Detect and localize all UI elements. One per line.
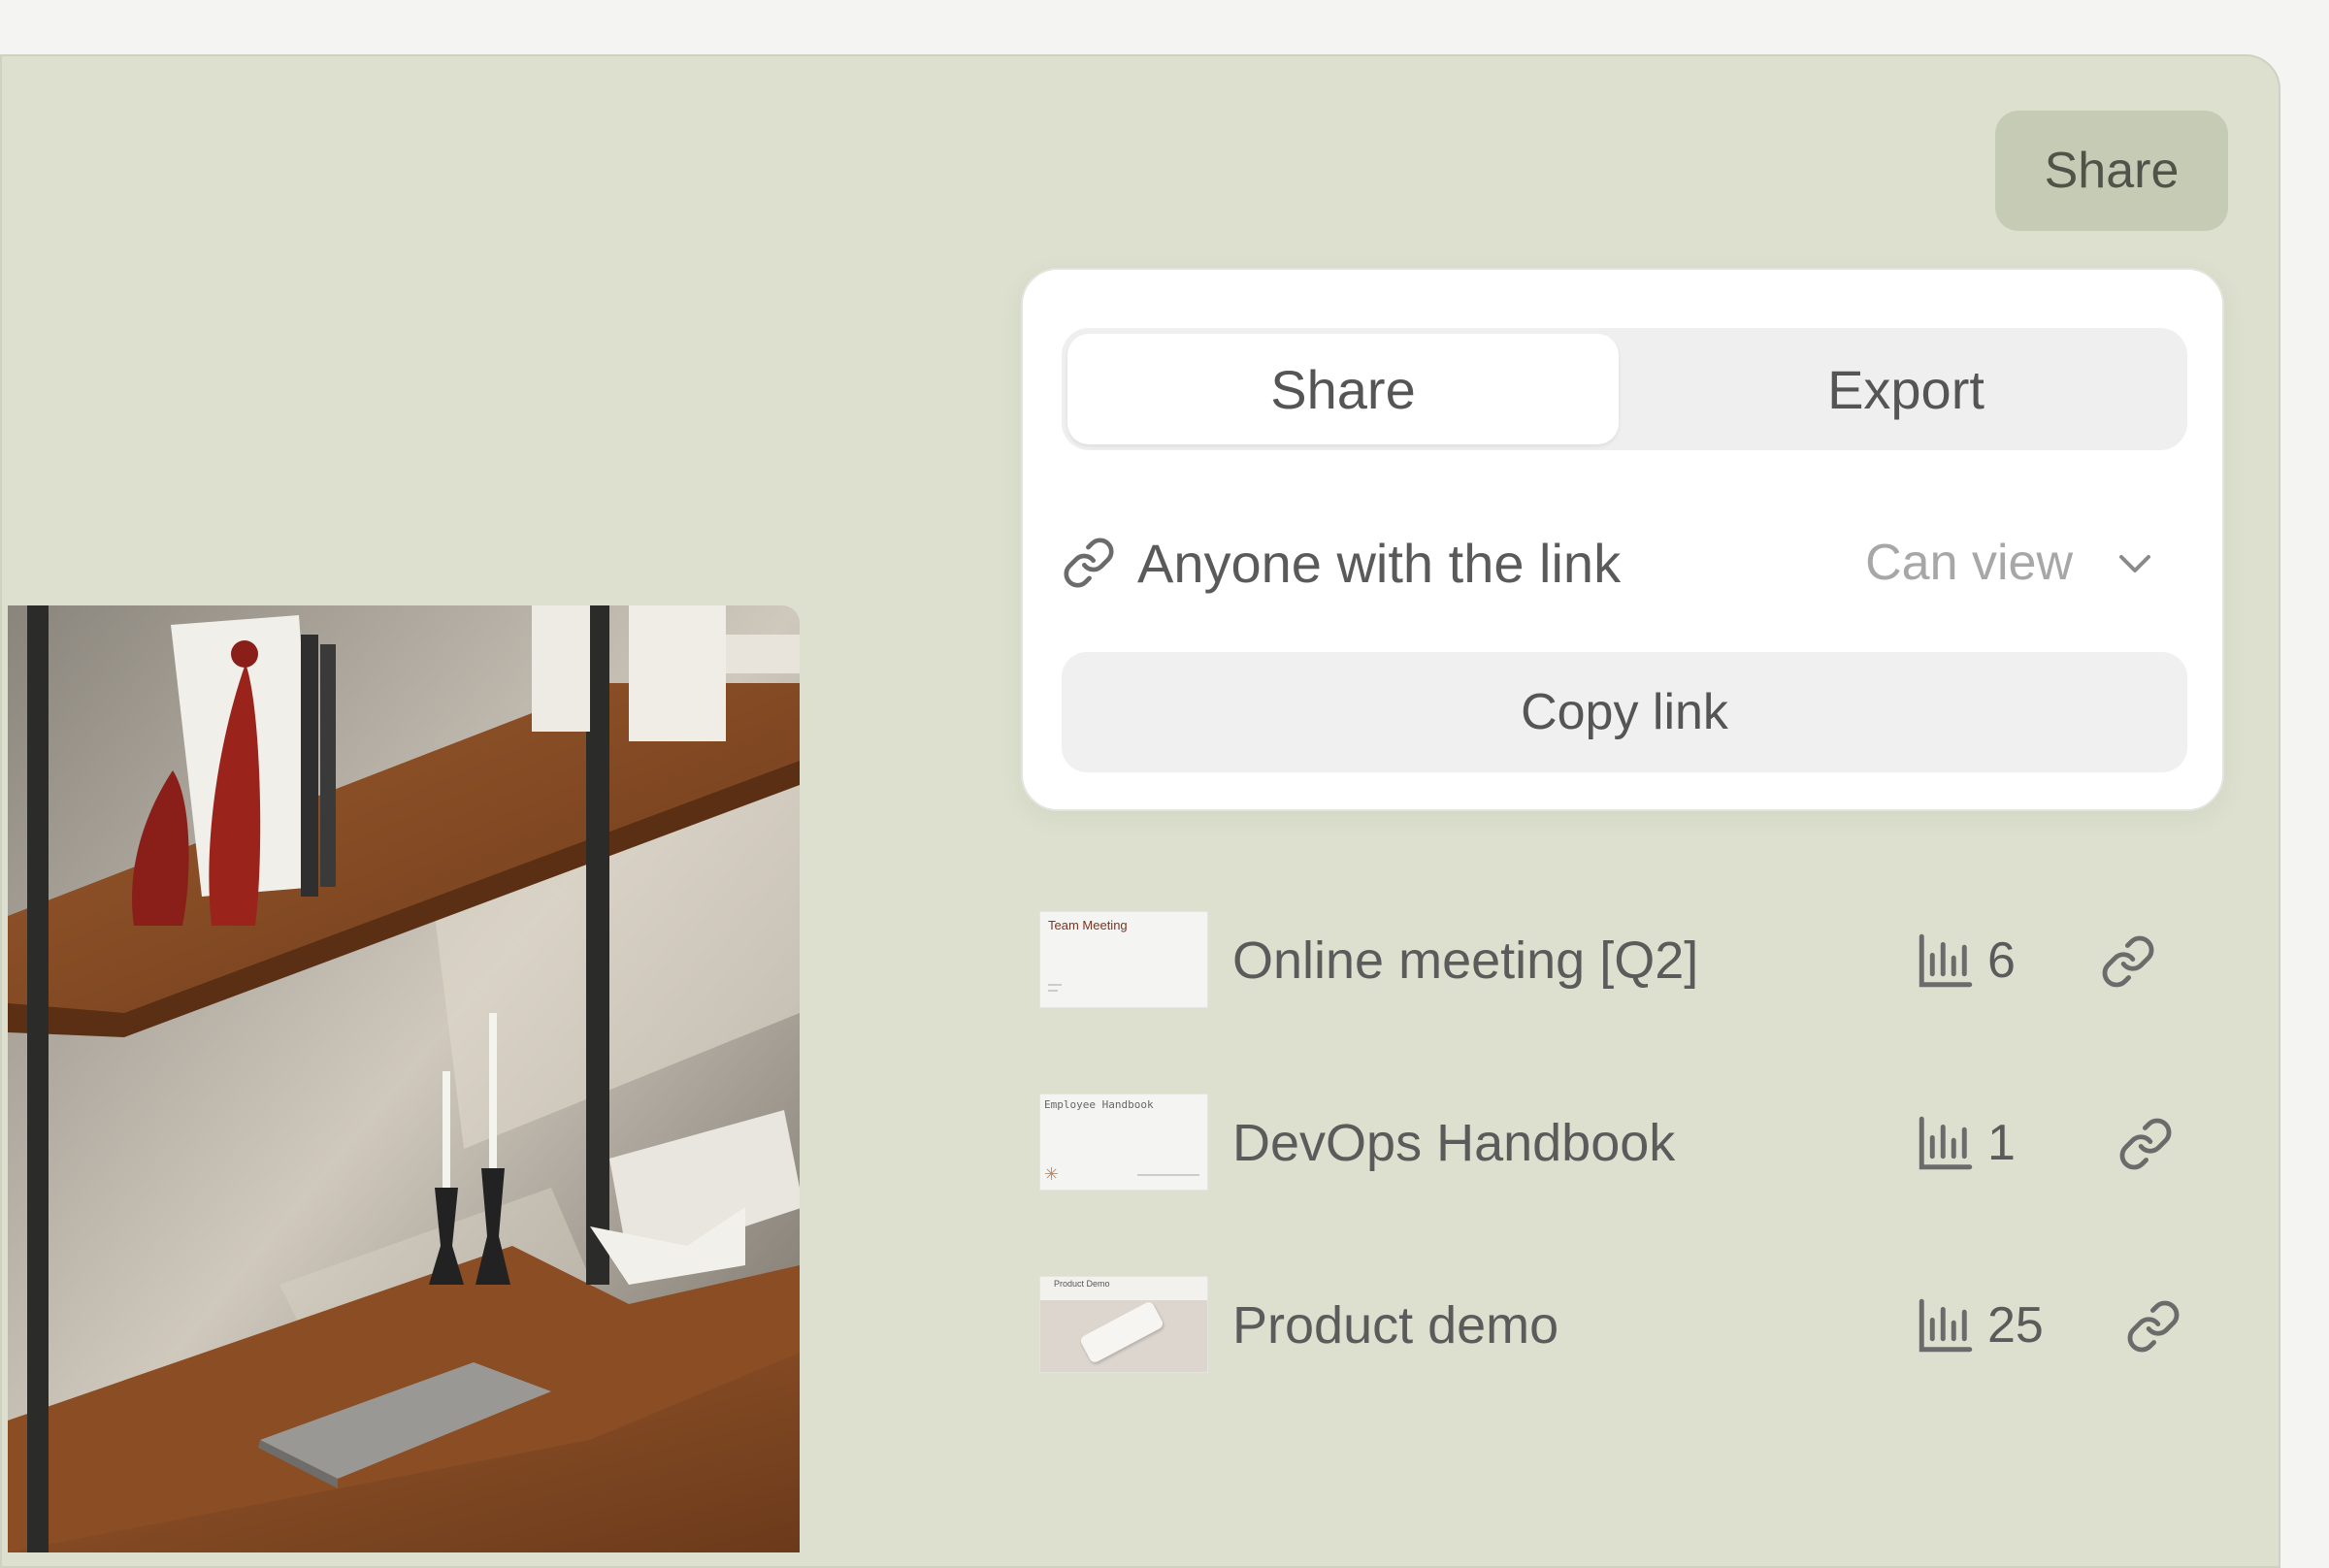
thumbnail-line: [1048, 990, 1058, 992]
list-item[interactable]: Employee Handbook ✳ DevOps Handbook 1: [1040, 1094, 2205, 1192]
bar-chart-icon: [1919, 1298, 1973, 1353]
tab-export[interactable]: Export: [1630, 334, 2181, 444]
copy-link-icon[interactable]: [2117, 1116, 2174, 1172]
list-item[interactable]: Product Demo Product demo 25: [1040, 1277, 2205, 1374]
device-illustration: [1078, 1300, 1165, 1364]
bar-chart-icon: [1919, 933, 1973, 988]
share-export-toggle: Share Export: [1062, 328, 2187, 450]
permission-dropdown[interactable]: Can view: [1865, 534, 2187, 592]
copy-link-icon[interactable]: [2125, 1298, 2181, 1355]
chevron-down-icon: [2119, 555, 2150, 572]
copy-link-icon[interactable]: [2100, 933, 2156, 990]
view-count: 6: [1987, 932, 2016, 989]
link-access-row: Anyone with the link Can view: [1062, 514, 2187, 611]
thumbnail-caption: Product Demo: [1054, 1279, 1110, 1289]
permission-value: Can view: [1865, 535, 2073, 591]
thumbnail-line: [1048, 984, 1062, 986]
link-icon: [1064, 538, 1114, 588]
document-thumbnail: Team Meeting: [1040, 912, 1207, 1007]
shelf-photo: [8, 605, 800, 1552]
document-title[interactable]: DevOps Handbook: [1232, 1113, 1675, 1173]
share-dialog: Share Export Anyone with the link Can vi…: [1021, 268, 2224, 811]
view-count: 25: [1987, 1297, 2044, 1354]
link-access-label: Anyone with the link: [1137, 532, 1622, 594]
views-stat: 25: [1914, 1293, 2044, 1357]
copy-link-button[interactable]: Copy link: [1062, 652, 2187, 772]
thumbnail-line: [1137, 1174, 1199, 1176]
document-thumbnail: Employee Handbook ✳: [1040, 1094, 1207, 1190]
document-thumbnail: Product Demo: [1040, 1277, 1207, 1372]
document-title[interactable]: Online meeting [Q2]: [1232, 931, 1698, 991]
tab-share[interactable]: Share: [1067, 334, 1619, 444]
views-stat: 1: [1914, 1111, 2016, 1175]
thumbnail-caption: Team Meeting: [1048, 918, 1128, 932]
thumbnail-caption: Employee Handbook: [1044, 1098, 1154, 1111]
bar-chart-icon: [1919, 1116, 1973, 1170]
share-button[interactable]: Share: [1995, 111, 2228, 231]
list-item[interactable]: Team Meeting Online meeting [Q2] 6: [1040, 912, 2205, 1009]
view-count: 1: [1987, 1115, 2016, 1171]
asterisk-icon: ✳: [1044, 1164, 1060, 1184]
views-stat: 6: [1914, 929, 2016, 993]
document-title[interactable]: Product demo: [1232, 1295, 1558, 1356]
